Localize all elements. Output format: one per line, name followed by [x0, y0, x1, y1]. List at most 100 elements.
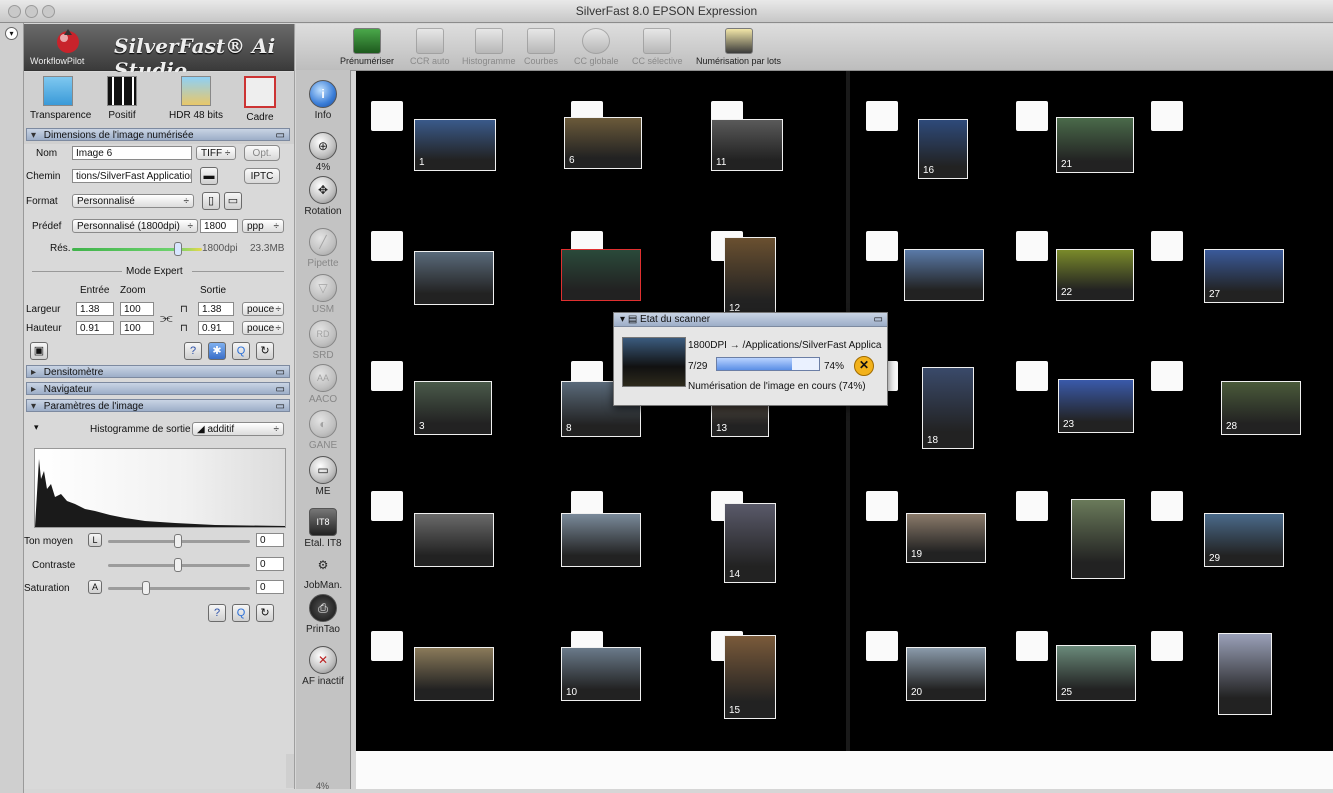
hauteur-output-field[interactable]: 0.91: [198, 321, 234, 335]
slide-frame[interactable]: 21: [1056, 117, 1134, 173]
batch-scan-button[interactable]: Numérisation par lots: [696, 28, 781, 66]
resolution-slider[interactable]: [72, 248, 202, 251]
saturation-field[interactable]: 0: [256, 580, 284, 594]
dialog-menu-icon[interactable]: ▭: [874, 313, 883, 326]
saturation-icon[interactable]: A: [88, 580, 102, 594]
section-dimensions-header[interactable]: ▾ Dimensions de l'image numérisée ▭: [26, 128, 290, 141]
slide-frame[interactable]: [1071, 499, 1125, 579]
slide-frame[interactable]: [414, 513, 494, 567]
predef-dpi-field[interactable]: 1800: [200, 219, 238, 233]
search-icon[interactable]: Q: [232, 342, 250, 360]
contraste-field[interactable]: 0: [256, 557, 284, 571]
slide-frame[interactable]: 19: [906, 513, 986, 563]
slide-frame[interactable]: 27: [1204, 249, 1284, 303]
folder-icon[interactable]: ▬: [200, 167, 218, 185]
saturation-thumb[interactable]: [142, 581, 150, 595]
lock-icon[interactable]: ⊓: [180, 323, 188, 334]
search-icon[interactable]: Q: [232, 604, 250, 622]
largeur-unit-select[interactable]: pouce ÷: [242, 302, 284, 316]
workflow-pilot-icon[interactable]: [54, 27, 82, 55]
tool-usm[interactable]: ▽ USM: [296, 274, 350, 315]
mode-cadre[interactable]: Cadre: [232, 76, 288, 123]
tool-me[interactable]: ▭ ME: [296, 456, 350, 497]
prescan-button[interactable]: Prénumériser: [340, 28, 394, 66]
collapse-icon[interactable]: ▾: [5, 27, 18, 40]
hauteur-zoom-field[interactable]: 100: [120, 321, 154, 335]
reset-icon[interactable]: ↻: [256, 604, 274, 622]
hauteur-input-field[interactable]: 0.91: [76, 321, 114, 335]
cancel-scan-icon[interactable]: ✕: [854, 356, 874, 376]
ton-moyen-field[interactable]: 0: [256, 533, 284, 547]
hist-mode-select[interactable]: ◢ additif ÷: [192, 422, 284, 436]
landscape-icon[interactable]: ▭: [224, 192, 242, 210]
tool-jobman[interactable]: ⚙ JobMan.: [296, 552, 350, 591]
resolution-slider-thumb[interactable]: [174, 242, 182, 256]
histogram-button[interactable]: Histogramme: [462, 28, 516, 66]
slide-frame[interactable]: 10: [561, 647, 641, 701]
file-format-select[interactable]: TIFF ÷: [196, 146, 236, 160]
largeur-input-field[interactable]: 1.38: [76, 302, 114, 316]
portrait-icon[interactable]: ▯: [202, 192, 220, 210]
workflow-pilot-label[interactable]: WorkflowPilot: [30, 56, 84, 66]
tool-it8[interactable]: IT8 Etal. IT8: [296, 508, 350, 549]
tool-zoom[interactable]: ⊕ 4%: [296, 132, 350, 173]
largeur-output-field[interactable]: 1.38: [198, 302, 234, 316]
format-select[interactable]: Personnalisé ÷: [72, 194, 194, 208]
tool-info[interactable]: i Info: [296, 80, 350, 121]
auto-ccr-button[interactable]: CCR auto: [410, 28, 450, 66]
nom-field[interactable]: Image 6: [72, 146, 192, 160]
slide-frame[interactable]: 6: [564, 117, 642, 169]
slide-frame[interactable]: 22: [1056, 249, 1134, 301]
save-icon[interactable]: ▣: [30, 342, 48, 360]
slide-frame[interactable]: 1: [414, 119, 496, 171]
disclosure-open-icon[interactable]: ▾: [34, 422, 39, 433]
tool-pipette[interactable]: ╱ Pipette: [296, 228, 350, 269]
mode-hdr[interactable]: HDR 48 bits: [166, 76, 226, 121]
slide-frame[interactable]: 11: [711, 119, 783, 171]
slide-frame[interactable]: 29: [1204, 513, 1284, 567]
slide-frame[interactable]: 20: [906, 647, 986, 701]
luminance-icon[interactable]: L: [88, 533, 102, 547]
chemin-field[interactable]: tions/SilverFast Application: [72, 169, 192, 183]
slide-frame[interactable]: [414, 251, 494, 305]
panel-scrollbar[interactable]: [286, 754, 294, 788]
slide-frame[interactable]: [561, 249, 641, 301]
slide-frame[interactable]: 28: [1221, 381, 1301, 435]
slide-frame[interactable]: [561, 513, 641, 567]
ton-moyen-thumb[interactable]: [174, 534, 182, 548]
slide-frame[interactable]: [414, 647, 494, 701]
close-window-button[interactable]: [8, 5, 21, 18]
slide-frame[interactable]: 18: [922, 367, 974, 449]
section-image-params-header[interactable]: ▾ Paramètres de l'image ▭: [26, 399, 290, 412]
preview-area[interactable]: 1 6 11 16 21 12 22 27 3 8 13 18 23 28 14 19 29 10 15 20 25: [356, 71, 1333, 751]
section-menu-icon[interactable]: ▭: [276, 400, 285, 413]
slide-frame[interactable]: 25: [1056, 645, 1136, 701]
gear-icon[interactable]: ✱: [208, 342, 226, 360]
tool-srd[interactable]: RD SRD: [296, 320, 350, 361]
section-menu-icon[interactable]: ▭: [276, 366, 285, 379]
slide-frame[interactable]: [1218, 633, 1272, 715]
link-bracket-icon[interactable]: ⫘: [160, 302, 173, 332]
help-icon[interactable]: ?: [208, 604, 226, 622]
mode-positif[interactable]: Positif: [94, 76, 150, 121]
predef-select[interactable]: Personnalisé (1800dpi) ÷: [72, 219, 198, 233]
tool-aaco[interactable]: AA AACO: [296, 364, 350, 405]
section-densitometer-header[interactable]: ▸ Densitomètre ▭: [26, 365, 290, 378]
opt-button[interactable]: Opt.: [244, 145, 280, 161]
reset-icon[interactable]: ↻: [256, 342, 274, 360]
slide-frame[interactable]: 16: [918, 119, 968, 179]
hauteur-unit-select[interactable]: pouce ÷: [242, 321, 284, 335]
slide-frame[interactable]: 23: [1058, 379, 1134, 433]
selective-cc-button[interactable]: CC sélective: [632, 28, 683, 66]
lock-icon[interactable]: ⊓: [180, 304, 188, 315]
tool-gane[interactable]: ◐ GANE: [296, 410, 350, 451]
section-menu-icon[interactable]: ▭: [276, 383, 285, 396]
predef-unit-select[interactable]: ppp ÷: [242, 219, 284, 233]
iptc-button[interactable]: IPTC: [244, 168, 280, 184]
help-icon[interactable]: ?: [184, 342, 202, 360]
slide-frame[interactable]: 12: [724, 237, 776, 317]
mode-transparence[interactable]: Transparence: [30, 76, 91, 121]
slide-frame[interactable]: [904, 249, 984, 301]
tool-printao[interactable]: ⎙ PrinTao: [296, 594, 350, 635]
section-menu-icon[interactable]: ▭: [276, 129, 285, 142]
